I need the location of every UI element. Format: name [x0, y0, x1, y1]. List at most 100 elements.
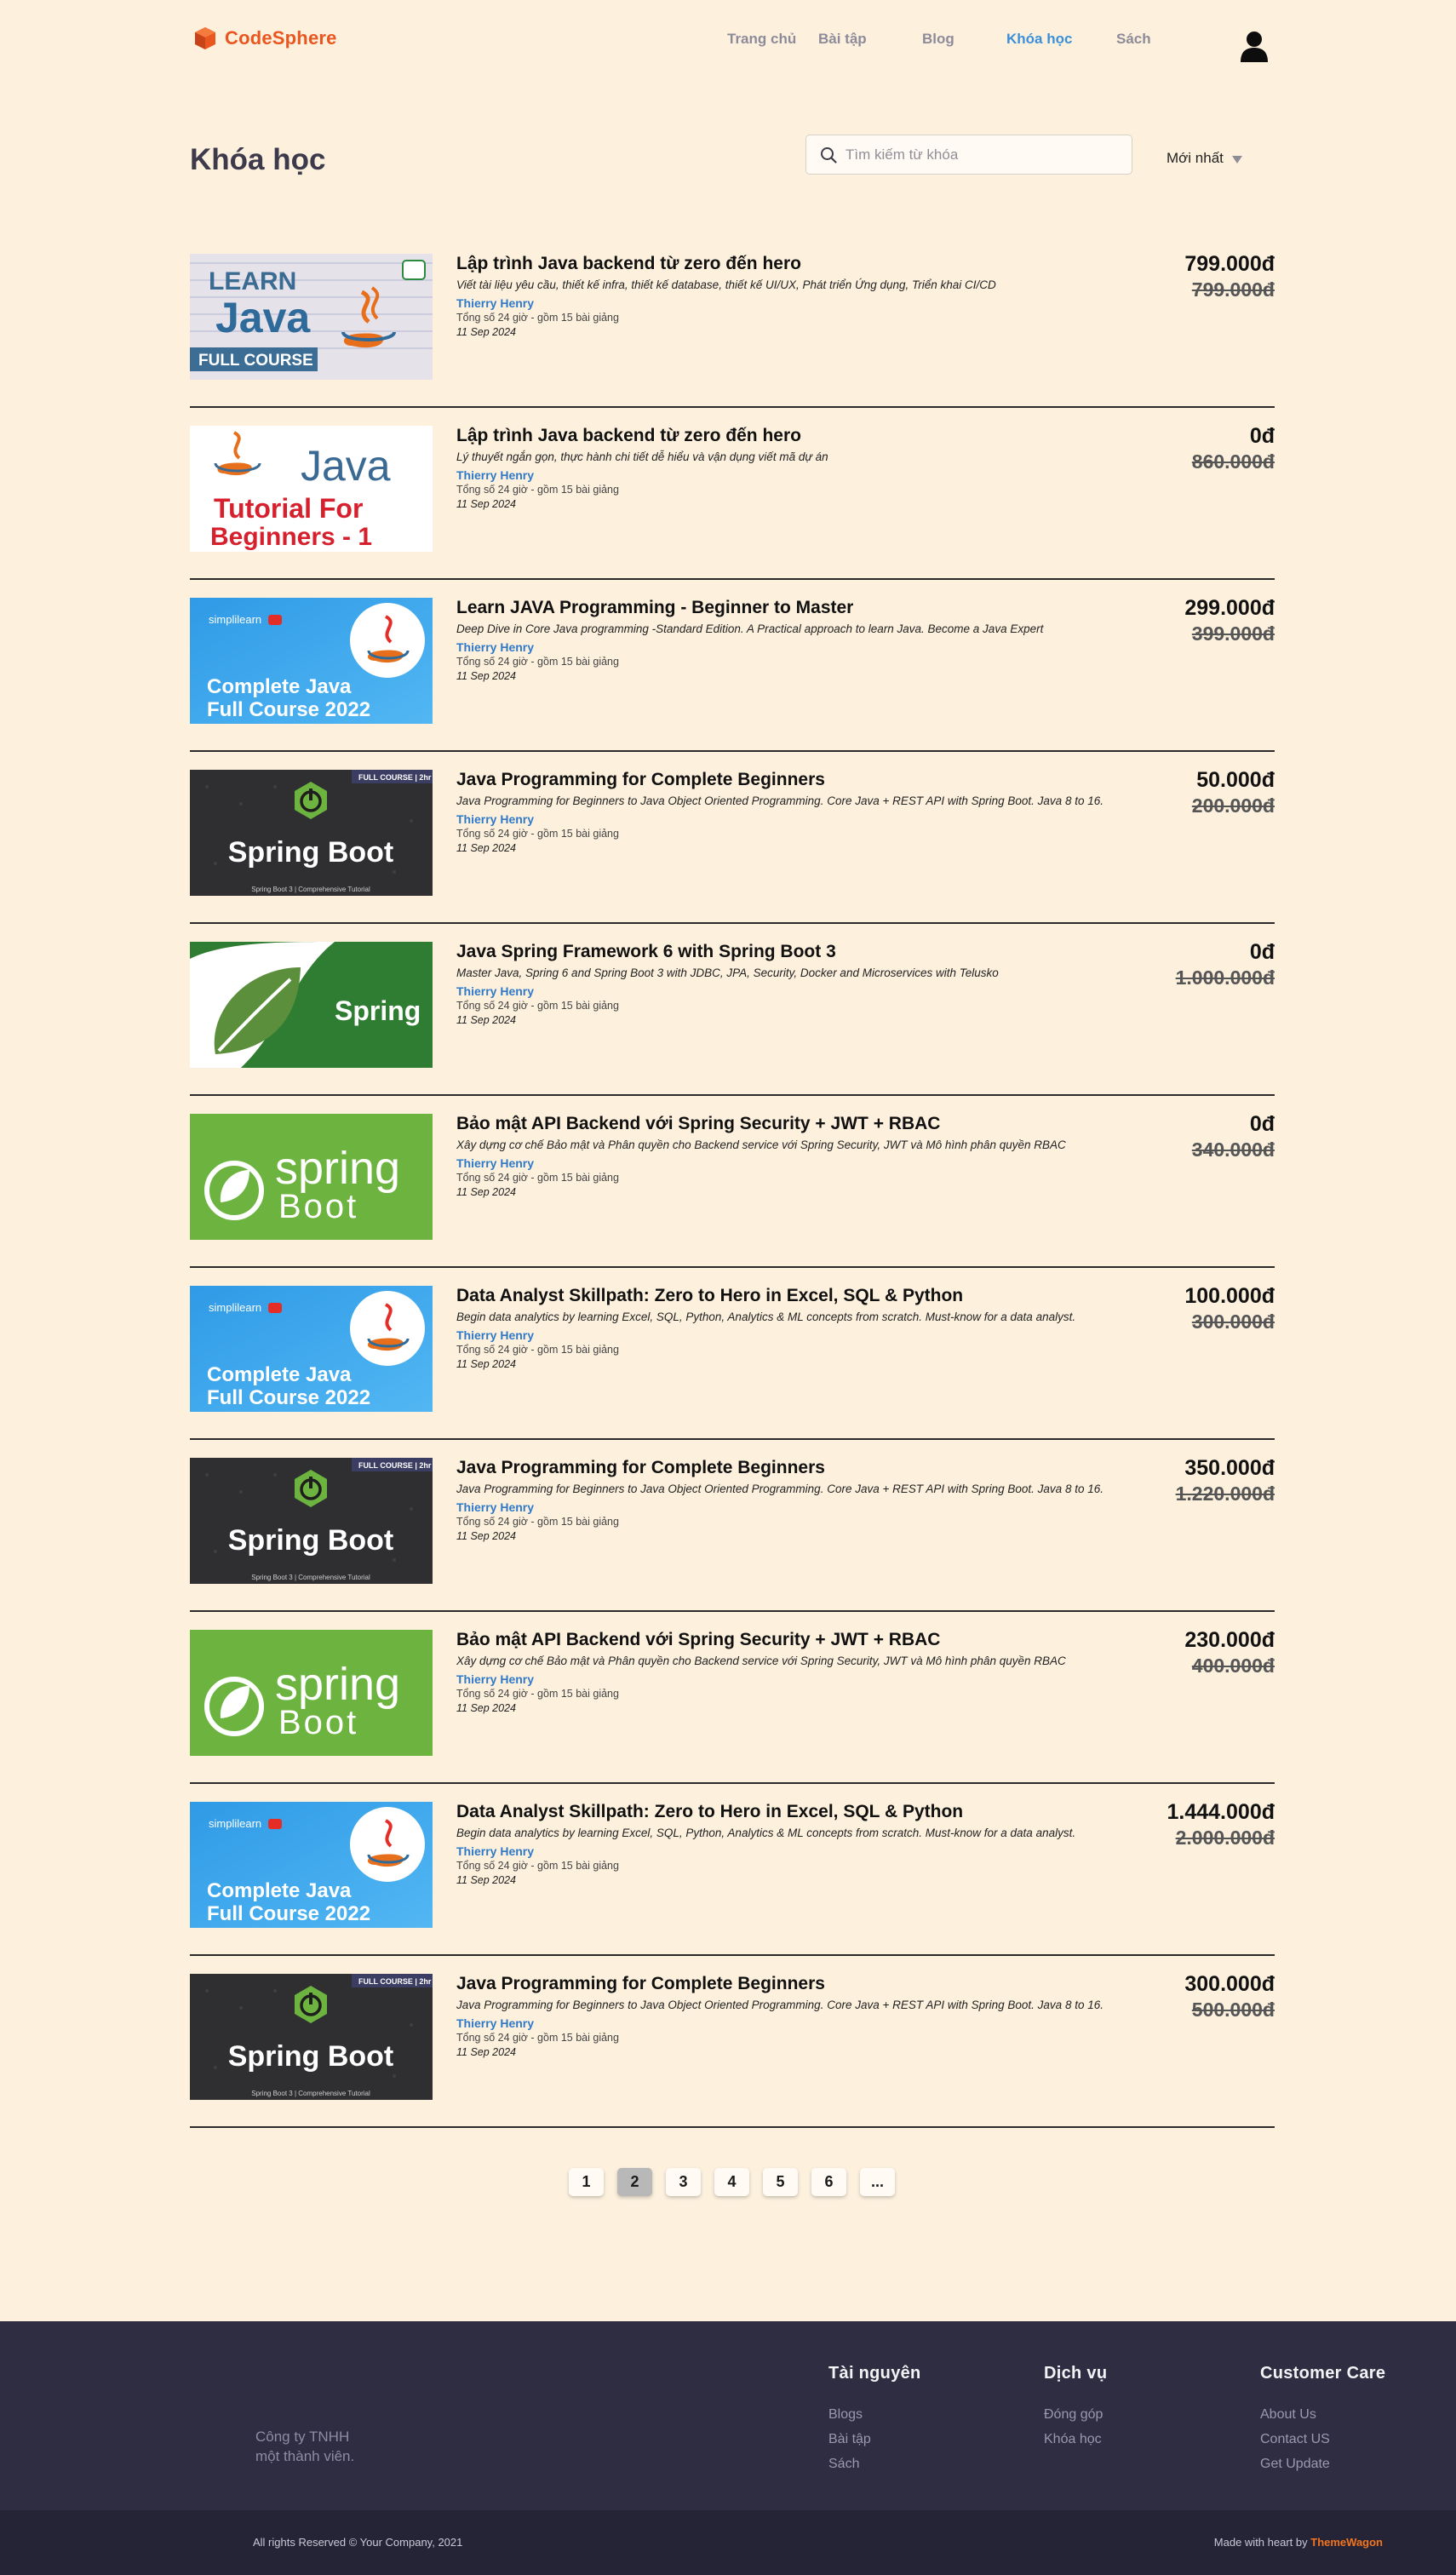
search-box[interactable] [805, 135, 1132, 175]
course-item[interactable]: Spring Java Spring Framework 6 with Spri… [190, 924, 1275, 1096]
course-title[interactable]: Data Analyst Skillpath: Zero to Hero in … [456, 1285, 1146, 1307]
course-thumbnail[interactable]: FULL COURSE | 2hr Spring Boot Spring Boo… [190, 1974, 433, 2100]
course-title[interactable]: Java Programming for Complete Beginners [456, 769, 1146, 791]
sort-dropdown[interactable]: Mới nhất [1167, 150, 1242, 167]
nav-item-blog[interactable]: Blog [922, 31, 954, 48]
course-item[interactable]: simplilearn Complete Java Full Course 20… [190, 580, 1275, 752]
course-author[interactable]: Thierry Henry [456, 811, 1146, 827]
page-button-2[interactable]: 2 [617, 2168, 652, 2196]
course-thumbnail[interactable]: Spring [190, 942, 433, 1068]
footer-link-contact[interactable]: Contact US [1260, 2427, 1385, 2452]
spring-boot-green-thumbnail: spring Boot [190, 1630, 433, 1756]
course-item[interactable]: spring Boot Bảo mật API Backend với Spri… [190, 1612, 1275, 1784]
course-thumbnail[interactable]: FULL COURSE | 2hr Spring Boot Spring Boo… [190, 770, 433, 896]
course-price-box: 1.444.000đ 2.000.000đ [1167, 1799, 1275, 1850]
course-thumbnail[interactable]: simplilearn Complete Java Full Course 20… [190, 1802, 433, 1928]
page-title: Khóa học [190, 143, 326, 176]
nav-item-courses[interactable]: Khóa học [1006, 31, 1072, 48]
course-item[interactable]: FULL COURSE | 2hr Spring Boot Spring Boo… [190, 1956, 1275, 2128]
course-thumbnail[interactable]: spring Boot [190, 1114, 433, 1240]
made-with-text: Made with heart by ThemeWagon [1214, 2536, 1383, 2549]
course-item[interactable]: FULL COURSE | 2hr Spring Boot Spring Boo… [190, 1440, 1275, 1612]
course-price-box: 230.000đ 400.000đ [1184, 1627, 1275, 1678]
main-nav: Trang chủ Bài tập Blog Khóa học Sách [0, 31, 1456, 56]
course-description: Master Java, Spring 6 and Spring Boot 3 … [456, 966, 999, 979]
course-author[interactable]: Thierry Henry [456, 2016, 1146, 2031]
thumb-full-course-2022-text: Full Course 2022 [207, 1386, 370, 1409]
course-title[interactable]: Lập trình Java backend từ zero đến hero [456, 425, 1146, 447]
course-author[interactable]: Thierry Henry [456, 1500, 1146, 1515]
footer-link-courses[interactable]: Khóa học [1044, 2427, 1107, 2452]
course-item[interactable]: Java Tutorial For Beginners - 1 Lập trìn… [190, 408, 1275, 580]
course-duration: Tổng số 24 giờ - gồm 15 bài giảng [456, 1344, 619, 1356]
course-thumbnail[interactable]: LEARN Java FULL COURSE [190, 254, 433, 380]
course-title[interactable]: Java Spring Framework 6 with Spring Boot… [456, 941, 1146, 963]
thumb-java-text: Java [215, 294, 311, 341]
page-button-1[interactable]: 1 [569, 2168, 604, 2196]
spring-boot-dark-thumbnail: FULL COURSE | 2hr Spring Boot Spring Boo… [190, 1974, 433, 2100]
user-account-icon[interactable] [1240, 31, 1269, 63]
course-item[interactable]: simplilearn Complete Java Full Course 20… [190, 1268, 1275, 1440]
course-author[interactable]: Thierry Henry [456, 639, 1146, 655]
spring-leaf-thumbnail: Spring [190, 942, 433, 1068]
course-author[interactable]: Thierry Henry [456, 1672, 1146, 1687]
themewagon-link[interactable]: ThemeWagon [1310, 2536, 1383, 2549]
footer-link-blogs[interactable]: Blogs [828, 2402, 921, 2427]
page-button-5[interactable]: 5 [763, 2168, 798, 2196]
course-price-box: 799.000đ 799.000đ [1184, 251, 1275, 302]
page-button-6[interactable]: 6 [811, 2168, 846, 2196]
course-item[interactable]: LEARN Java FULL COURSE Lập trình Java ba… [190, 236, 1275, 408]
footer-col-title: Customer Care [1260, 2364, 1386, 2383]
footer-col-services: Dịch vụ Đóng góp Khóa học [1044, 2364, 1107, 2452]
course-title[interactable]: Bảo mật API Backend với Spring Security … [456, 1113, 1146, 1135]
page-button-more[interactable]: ... [860, 2168, 895, 2196]
course-price: 230.000đ [1184, 1628, 1275, 1652]
course-title[interactable]: Java Programming for Complete Beginners [456, 1973, 1146, 1995]
course-author[interactable]: Thierry Henry [456, 1844, 1146, 1859]
course-date: 11 Sep 2024 [456, 670, 516, 682]
course-date: 11 Sep 2024 [456, 326, 516, 338]
thumb-boot-word: Boot [278, 1704, 358, 1741]
course-author[interactable]: Thierry Henry [456, 1156, 1146, 1171]
course-duration: Tổng số 24 giờ - gồm 15 bài giảng [456, 1000, 619, 1012]
course-item[interactable]: FULL COURSE | 2hr Spring Boot Spring Boo… [190, 752, 1275, 924]
course-title[interactable]: Bảo mật API Backend với Spring Security … [456, 1629, 1146, 1651]
nav-item-books[interactable]: Sách [1116, 31, 1151, 48]
course-thumbnail[interactable]: Java Tutorial For Beginners - 1 [190, 426, 433, 552]
course-thumbnail[interactable]: simplilearn Complete Java Full Course 20… [190, 598, 433, 724]
simplilearn-java-thumbnail: simplilearn Complete Java Full Course 20… [190, 1802, 433, 1928]
course-author[interactable]: Thierry Henry [456, 984, 1146, 999]
course-price: 799.000đ [1184, 252, 1275, 276]
thumb-complete-java-text: Complete Java [207, 1363, 352, 1386]
search-input[interactable] [846, 146, 1118, 163]
course-item[interactable]: simplilearn Complete Java Full Course 20… [190, 1784, 1275, 1956]
course-author[interactable]: Thierry Henry [456, 295, 1146, 311]
nav-item-exercises[interactable]: Bài tập [818, 31, 867, 48]
course-title[interactable]: Lập trình Java backend từ zero đến hero [456, 253, 1146, 275]
course-date: 11 Sep 2024 [456, 1014, 516, 1026]
nav-item-home[interactable]: Trang chủ [727, 31, 796, 48]
course-title[interactable]: Learn JAVA Programming - Beginner to Mas… [456, 597, 1146, 619]
footer-link-about[interactable]: About Us [1260, 2402, 1385, 2427]
course-thumbnail[interactable]: spring Boot [190, 1630, 433, 1756]
company-line-2: một thành viên. [255, 2448, 355, 2464]
page-button-3[interactable]: 3 [666, 2168, 701, 2196]
course-title[interactable]: Data Analyst Skillpath: Zero to Hero in … [456, 1801, 1146, 1823]
course-description: Begin data analytics by learning Excel, … [456, 1827, 1076, 1839]
course-thumbnail[interactable]: FULL COURSE | 2hr Spring Boot Spring Boo… [190, 1458, 433, 1584]
course-item[interactable]: spring Boot Bảo mật API Backend với Spri… [190, 1096, 1275, 1268]
course-description: Lý thuyết ngắn gọn, thực hành chi tiết d… [456, 450, 828, 463]
course-author[interactable]: Thierry Henry [456, 467, 1146, 483]
company-line-1: Công ty TNHH [255, 2429, 350, 2445]
footer-link-contribute[interactable]: Đóng góp [1044, 2402, 1107, 2427]
course-author[interactable]: Thierry Henry [456, 1328, 1146, 1343]
made-with-prefix: Made with heart by [1213, 2536, 1308, 2549]
footer-link-updates[interactable]: Get Update [1260, 2452, 1385, 2476]
learn-java-thumbnail: LEARN Java FULL COURSE [190, 254, 433, 380]
page-button-4[interactable]: 4 [714, 2168, 749, 2196]
footer-link-exercises[interactable]: Bài tập [828, 2427, 921, 2452]
course-thumbnail[interactable]: simplilearn Complete Java Full Course 20… [190, 1286, 433, 1412]
footer-link-books[interactable]: Sách [828, 2452, 921, 2476]
course-title[interactable]: Java Programming for Complete Beginners [456, 1457, 1146, 1479]
course-date: 11 Sep 2024 [456, 842, 516, 854]
